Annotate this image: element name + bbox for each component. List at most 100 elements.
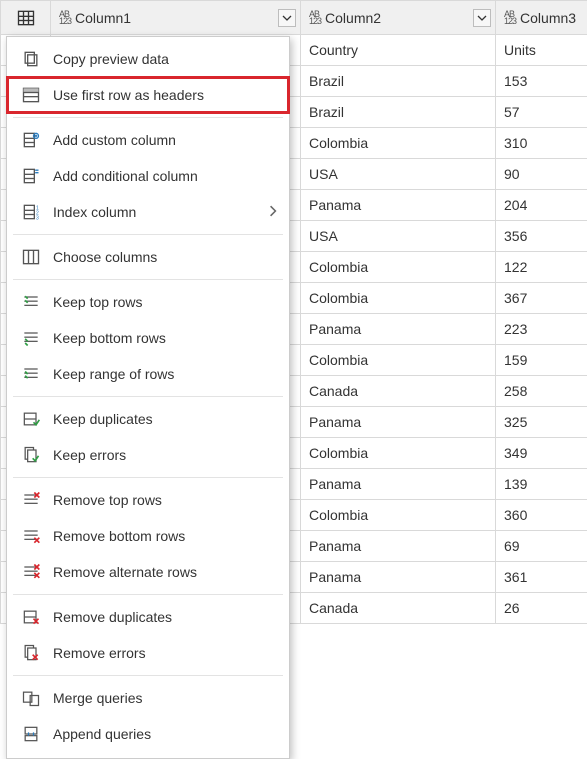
menu-separator xyxy=(13,477,283,478)
cell-col2[interactable]: Colombia xyxy=(301,345,496,376)
menu-separator xyxy=(13,279,283,280)
menu-keep-bottom-rows[interactable]: Keep bottom rows xyxy=(7,320,289,356)
keep-top-rows-icon xyxy=(21,292,41,312)
remove-duplicates-icon xyxy=(21,607,41,627)
menu-label: Add conditional column xyxy=(53,168,279,184)
cell-col2[interactable]: Panama xyxy=(301,562,496,593)
column2-header[interactable]: AB123 Column2 xyxy=(301,1,496,35)
cell-col3[interactable]: Units xyxy=(496,35,587,66)
cell-col3[interactable]: 159 xyxy=(496,345,587,376)
cell-col2[interactable]: Panama xyxy=(301,190,496,221)
conditional-column-icon xyxy=(21,166,41,186)
cell-col3[interactable]: 310 xyxy=(496,128,587,159)
menu-choose-columns[interactable]: Choose columns xyxy=(7,239,289,275)
cell-col3[interactable]: 360 xyxy=(496,500,587,531)
cell-col2[interactable]: Panama xyxy=(301,407,496,438)
menu-label: Remove errors xyxy=(53,645,279,661)
custom-column-icon xyxy=(21,130,41,150)
menu-remove-errors[interactable]: Remove errors xyxy=(7,635,289,671)
cell-col2[interactable]: Panama xyxy=(301,314,496,345)
cell-col2[interactable]: Panama xyxy=(301,469,496,500)
menu-index-column[interactable]: 1 2 3 Index column xyxy=(7,194,289,230)
menu-label: Copy preview data xyxy=(53,51,279,67)
menu-add-custom-column[interactable]: Add custom column xyxy=(7,122,289,158)
cell-col2[interactable]: USA xyxy=(301,221,496,252)
menu-keep-top-rows[interactable]: Keep top rows xyxy=(7,284,289,320)
cell-col2[interactable]: USA xyxy=(301,159,496,190)
menu-keep-errors[interactable]: Keep errors xyxy=(7,437,289,473)
cell-col2[interactable]: Colombia xyxy=(301,128,496,159)
menu-remove-top-rows[interactable]: Remove top rows xyxy=(7,482,289,518)
cell-col2[interactable]: Colombia xyxy=(301,283,496,314)
cell-col3[interactable]: 361 xyxy=(496,562,587,593)
menu-label: Merge queries xyxy=(53,690,279,706)
column2-filter-dropdown[interactable] xyxy=(473,9,491,27)
cell-col3[interactable]: 26 xyxy=(496,593,587,624)
remove-alternate-rows-icon xyxy=(21,562,41,582)
cell-col3[interactable]: 153 xyxy=(496,66,587,97)
column1-filter-dropdown[interactable] xyxy=(278,9,296,27)
menu-use-first-row-as-headers[interactable]: Use first row as headers xyxy=(7,77,289,113)
remove-top-rows-icon xyxy=(21,490,41,510)
menu-label: Keep top rows xyxy=(53,294,279,310)
cell-col3[interactable]: 90 xyxy=(496,159,587,190)
submenu-chevron-icon xyxy=(267,204,279,220)
menu-append-queries[interactable]: Append queries xyxy=(7,716,289,752)
cell-col3[interactable]: 57 xyxy=(496,97,587,128)
index-column-icon: 1 2 3 xyxy=(21,202,41,222)
cell-col3[interactable]: 258 xyxy=(496,376,587,407)
menu-remove-duplicates[interactable]: Remove duplicates xyxy=(7,599,289,635)
menu-keep-duplicates[interactable]: Keep duplicates xyxy=(7,401,289,437)
cell-col2[interactable]: Brazil xyxy=(301,66,496,97)
remove-bottom-rows-icon xyxy=(21,526,41,546)
menu-remove-alternate-rows[interactable]: Remove alternate rows xyxy=(7,554,289,590)
cell-col2[interactable]: Panama xyxy=(301,531,496,562)
menu-label: Keep bottom rows xyxy=(53,330,279,346)
cell-col3[interactable]: 223 xyxy=(496,314,587,345)
menu-separator xyxy=(13,396,283,397)
menu-label: Remove duplicates xyxy=(53,609,279,625)
column3-header[interactable]: AB123 Column3 xyxy=(496,1,587,35)
cell-col2[interactable]: Country xyxy=(301,35,496,66)
cell-col3[interactable]: 367 xyxy=(496,283,587,314)
keep-bottom-rows-icon xyxy=(21,328,41,348)
keep-duplicates-icon xyxy=(21,409,41,429)
promote-headers-icon xyxy=(21,85,41,105)
append-queries-icon xyxy=(21,724,41,744)
copy-icon xyxy=(21,49,41,69)
keep-errors-icon xyxy=(21,445,41,465)
menu-label: Index column xyxy=(53,204,255,220)
cell-col2[interactable]: Canada xyxy=(301,593,496,624)
menu-separator xyxy=(13,117,283,118)
cell-col2[interactable]: Colombia xyxy=(301,438,496,469)
cell-col2[interactable]: Colombia xyxy=(301,500,496,531)
table-context-menu: Copy preview data Use first row as heade… xyxy=(6,36,290,759)
column3-label: Column3 xyxy=(520,10,576,26)
cell-col3[interactable]: 204 xyxy=(496,190,587,221)
column1-header[interactable]: AB123 Column1 xyxy=(51,1,301,35)
cell-col3[interactable]: 325 xyxy=(496,407,587,438)
menu-label: Use first row as headers xyxy=(53,87,279,103)
menu-label: Remove bottom rows xyxy=(53,528,279,544)
menu-label: Remove top rows xyxy=(53,492,279,508)
cell-col3[interactable]: 349 xyxy=(496,438,587,469)
choose-columns-icon xyxy=(21,247,41,267)
menu-copy-preview-data[interactable]: Copy preview data xyxy=(7,41,289,77)
cell-col3[interactable]: 122 xyxy=(496,252,587,283)
cell-col3[interactable]: 139 xyxy=(496,469,587,500)
menu-label: Append queries xyxy=(53,726,279,742)
abc123-type-icon: AB123 xyxy=(504,10,516,26)
menu-label: Keep duplicates xyxy=(53,411,279,427)
cell-col2[interactable]: Brazil xyxy=(301,97,496,128)
cell-col3[interactable]: 356 xyxy=(496,221,587,252)
menu-merge-queries[interactable]: Merge queries xyxy=(7,680,289,716)
table-options-header[interactable] xyxy=(1,1,51,35)
menu-remove-bottom-rows[interactable]: Remove bottom rows xyxy=(7,518,289,554)
cell-col2[interactable]: Colombia xyxy=(301,252,496,283)
cell-col2[interactable]: Canada xyxy=(301,376,496,407)
remove-errors-icon xyxy=(21,643,41,663)
menu-add-conditional-column[interactable]: Add conditional column xyxy=(7,158,289,194)
keep-range-rows-icon xyxy=(21,364,41,384)
cell-col3[interactable]: 69 xyxy=(496,531,587,562)
menu-keep-range-rows[interactable]: Keep range of rows xyxy=(7,356,289,392)
